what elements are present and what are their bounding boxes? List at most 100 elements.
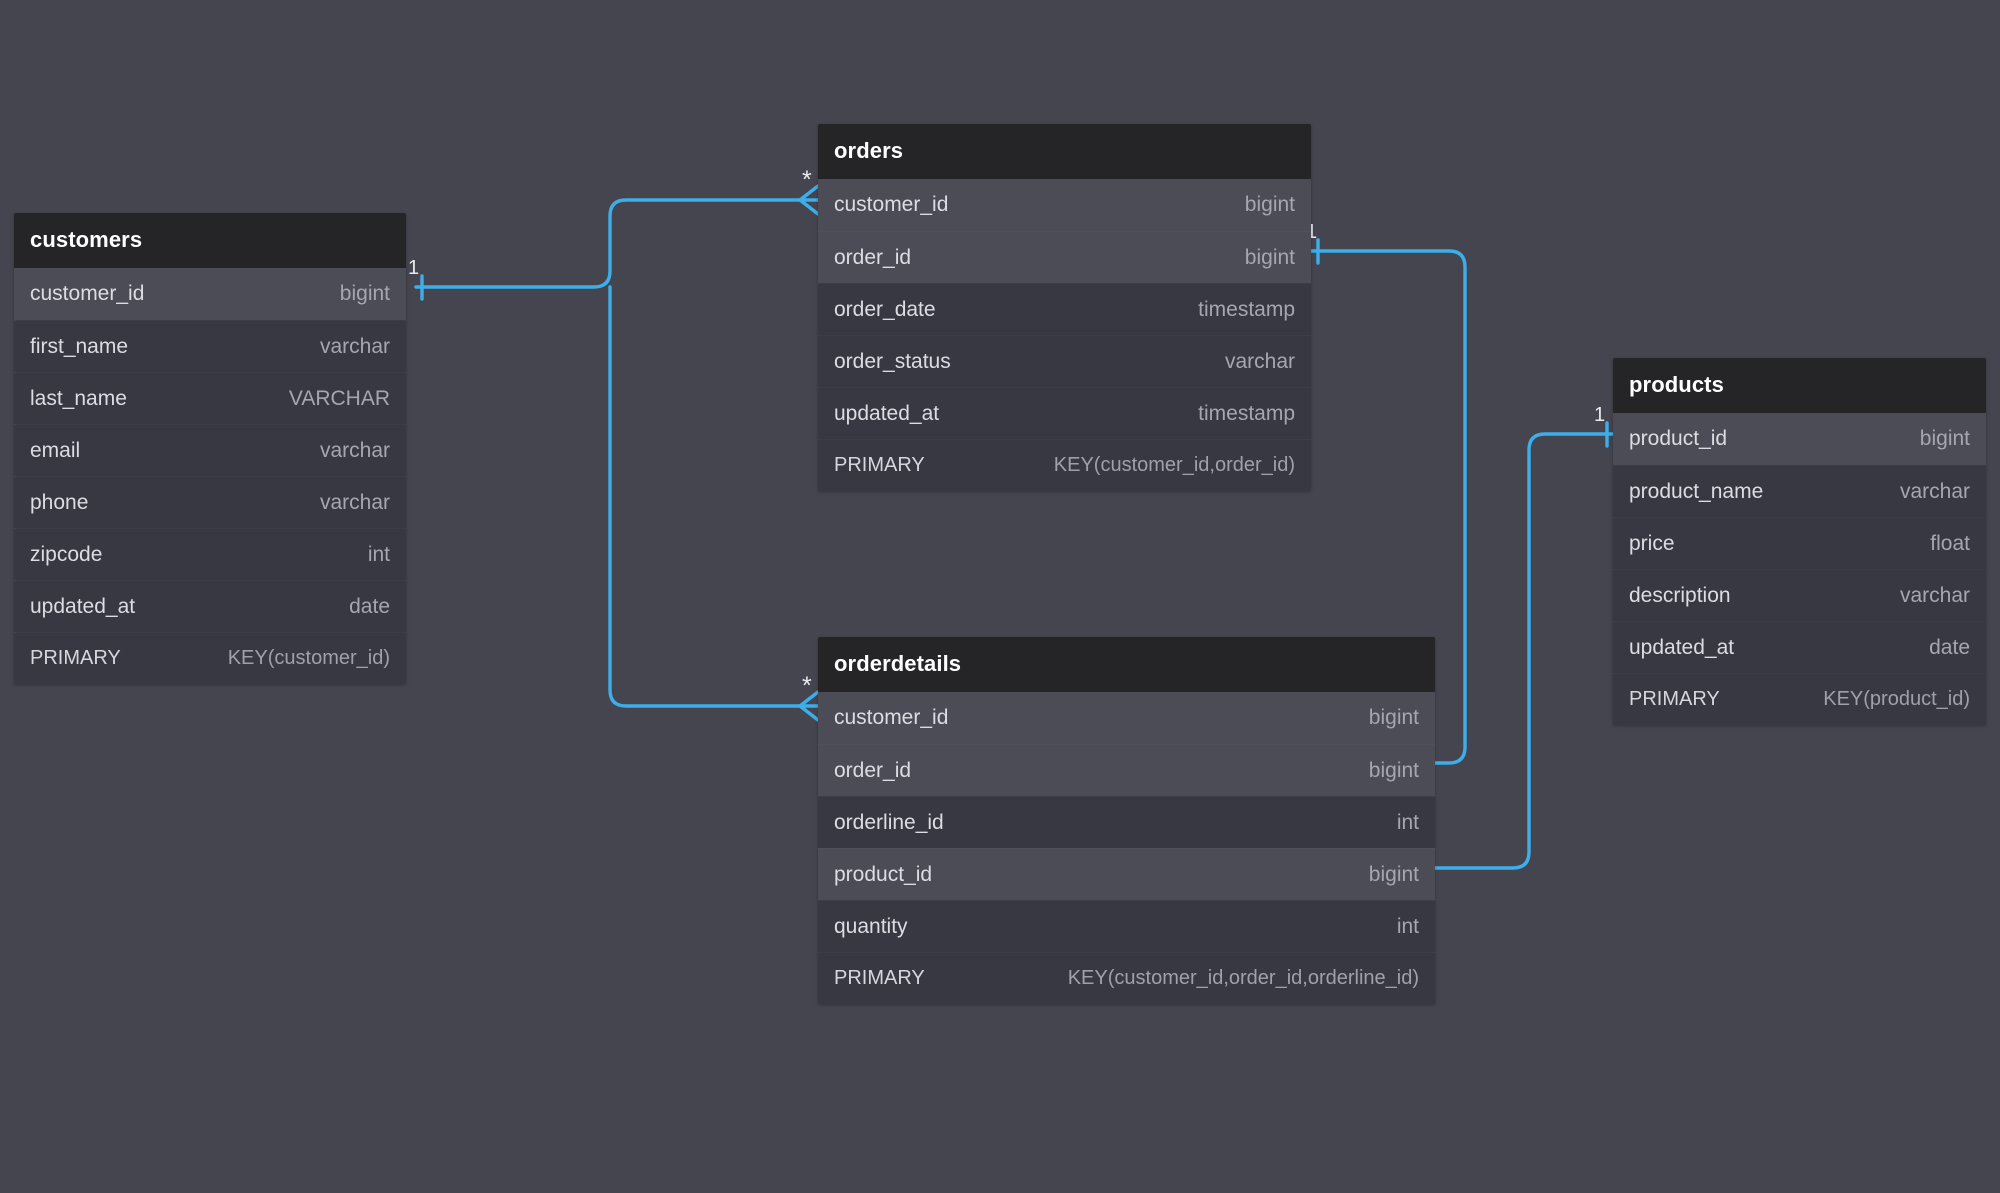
column-name: PRIMARY — [30, 647, 121, 669]
entity-table-customers[interactable]: customers customer_id bigint first_name … — [14, 213, 406, 684]
column-type: varchar — [1899, 479, 1970, 503]
column-name: customer_id — [834, 706, 949, 729]
table-row-primary-key[interactable]: PRIMARY KEY(customer_id,order_id) — [818, 439, 1311, 491]
table-row[interactable]: updated_at timestamp — [818, 387, 1311, 439]
column-name: product_id — [834, 862, 933, 886]
table-row[interactable]: product_id bigint — [818, 848, 1435, 900]
table-row[interactable]: quantity int — [818, 900, 1435, 952]
entity-table-orders[interactable]: orders customer_id bigint order_id bigin… — [818, 124, 1311, 491]
column-type: bigint — [1244, 193, 1295, 216]
table-row[interactable]: first_name varchar — [14, 320, 406, 372]
table-columns-products: product_id bigint product_name varchar p… — [1613, 413, 1986, 725]
table-row[interactable]: customer_id bigint — [818, 692, 1435, 744]
column-type: date — [1929, 635, 1970, 659]
column-name: PRIMARY — [1629, 688, 1720, 710]
column-type: varchar — [319, 490, 390, 514]
column-type: bigint — [1919, 427, 1970, 450]
column-type: KEY(customer_id,order_id,orderline_id) — [1067, 967, 1419, 989]
table-title-products: products — [1613, 358, 1986, 413]
crowsfoot-orders-customer-id — [798, 184, 820, 216]
column-type: KEY(customer_id) — [227, 647, 390, 669]
cardinality-label-customers-customer-id: 1 — [408, 257, 420, 279]
column-name: PRIMARY — [834, 967, 925, 989]
table-row[interactable]: order_status varchar — [818, 335, 1311, 387]
table-row[interactable]: order_id bigint — [818, 744, 1435, 796]
column-type: int — [367, 542, 390, 566]
table-row[interactable]: last_name VARCHAR — [14, 372, 406, 424]
column-name: order_date — [834, 297, 936, 321]
link-products-orderdetails — [1433, 432, 1615, 870]
column-name: updated_at — [1629, 635, 1735, 659]
column-name: email — [30, 438, 81, 462]
column-name: order_status — [834, 349, 951, 373]
column-type: int — [1396, 810, 1419, 834]
column-type: KEY(product_id) — [1823, 688, 1970, 710]
table-row-primary-key[interactable]: PRIMARY KEY(product_id) — [1613, 673, 1986, 725]
table-row[interactable]: customer_id bigint — [14, 268, 406, 320]
column-type: timestamp — [1198, 297, 1295, 321]
link-customers-orderdetails — [608, 285, 802, 708]
column-name: customer_id — [834, 193, 949, 216]
table-row[interactable]: description varchar — [1613, 569, 1986, 621]
column-name: first_name — [30, 334, 129, 358]
er-diagram-canvas[interactable]: 1 * * 1 * 1 * customers customer_id bigi… — [0, 0, 2000, 1193]
column-type: varchar — [1224, 349, 1295, 373]
column-type: bigint — [339, 282, 390, 305]
table-row[interactable]: order_date timestamp — [818, 283, 1311, 335]
column-name: orderline_id — [834, 810, 944, 834]
column-name: quantity — [834, 914, 908, 938]
crowsfoot-orderdetails-customer-id — [798, 690, 820, 722]
column-type: varchar — [1899, 583, 1970, 607]
column-name: product_id — [1629, 427, 1728, 450]
column-name: customer_id — [30, 282, 145, 305]
table-row[interactable]: price float — [1613, 517, 1986, 569]
column-name: PRIMARY — [834, 454, 925, 476]
column-type: bigint — [1368, 706, 1419, 729]
table-row[interactable]: zipcode int — [14, 528, 406, 580]
entity-table-orderdetails[interactable]: orderdetails customer_id bigint order_id… — [818, 637, 1435, 1004]
table-row-primary-key[interactable]: PRIMARY KEY(customer_id) — [14, 632, 406, 684]
column-name: order_id — [834, 758, 912, 782]
table-row[interactable]: updated_at date — [14, 580, 406, 632]
column-type: bigint — [1244, 245, 1295, 269]
table-row[interactable]: order_id bigint — [818, 231, 1311, 283]
table-row[interactable]: phone varchar — [14, 476, 406, 528]
column-name: description — [1629, 583, 1731, 607]
cardinality-label-products-product-id: 1 — [1594, 404, 1606, 426]
entity-table-products[interactable]: products product_id bigint product_name … — [1613, 358, 1986, 725]
table-row[interactable]: product_id bigint — [1613, 413, 1986, 465]
column-name: order_id — [834, 245, 912, 269]
table-row-primary-key[interactable]: PRIMARY KEY(customer_id,order_id,orderli… — [818, 952, 1435, 1004]
column-type: int — [1396, 914, 1419, 938]
table-title-customers: customers — [14, 213, 406, 268]
table-row[interactable]: product_name varchar — [1613, 465, 1986, 517]
column-name: phone — [30, 490, 89, 514]
column-name: product_name — [1629, 479, 1764, 503]
table-row[interactable]: updated_at date — [1613, 621, 1986, 673]
cardinality-label-orderdetails-customer-id: * — [802, 672, 812, 700]
column-type: timestamp — [1198, 401, 1295, 425]
table-title-orders: orders — [818, 124, 1311, 179]
column-type: VARCHAR — [288, 386, 390, 410]
column-name: updated_at — [30, 594, 136, 618]
table-row[interactable]: email varchar — [14, 424, 406, 476]
cardinality-label-orders-customer-id: * — [802, 166, 812, 194]
column-type: varchar — [319, 334, 390, 358]
column-name: price — [1629, 531, 1675, 555]
column-name: zipcode — [30, 542, 103, 566]
table-columns-orderdetails: customer_id bigint order_id bigint order… — [818, 692, 1435, 1004]
table-row[interactable]: orderline_id int — [818, 796, 1435, 848]
column-type: float — [1930, 531, 1970, 555]
table-row[interactable]: customer_id bigint — [818, 179, 1311, 231]
column-name: last_name — [30, 386, 127, 410]
column-name: updated_at — [834, 401, 940, 425]
table-columns-customers: customer_id bigint first_name varchar la… — [14, 268, 406, 684]
column-type: date — [349, 594, 390, 618]
column-type: varchar — [319, 438, 390, 462]
column-type: bigint — [1368, 862, 1419, 886]
link-customers-orders — [414, 198, 802, 289]
column-type: bigint — [1368, 758, 1419, 782]
column-type: KEY(customer_id,order_id) — [1053, 454, 1295, 476]
table-title-orderdetails: orderdetails — [818, 637, 1435, 692]
table-columns-orders: customer_id bigint order_id bigint order… — [818, 179, 1311, 491]
